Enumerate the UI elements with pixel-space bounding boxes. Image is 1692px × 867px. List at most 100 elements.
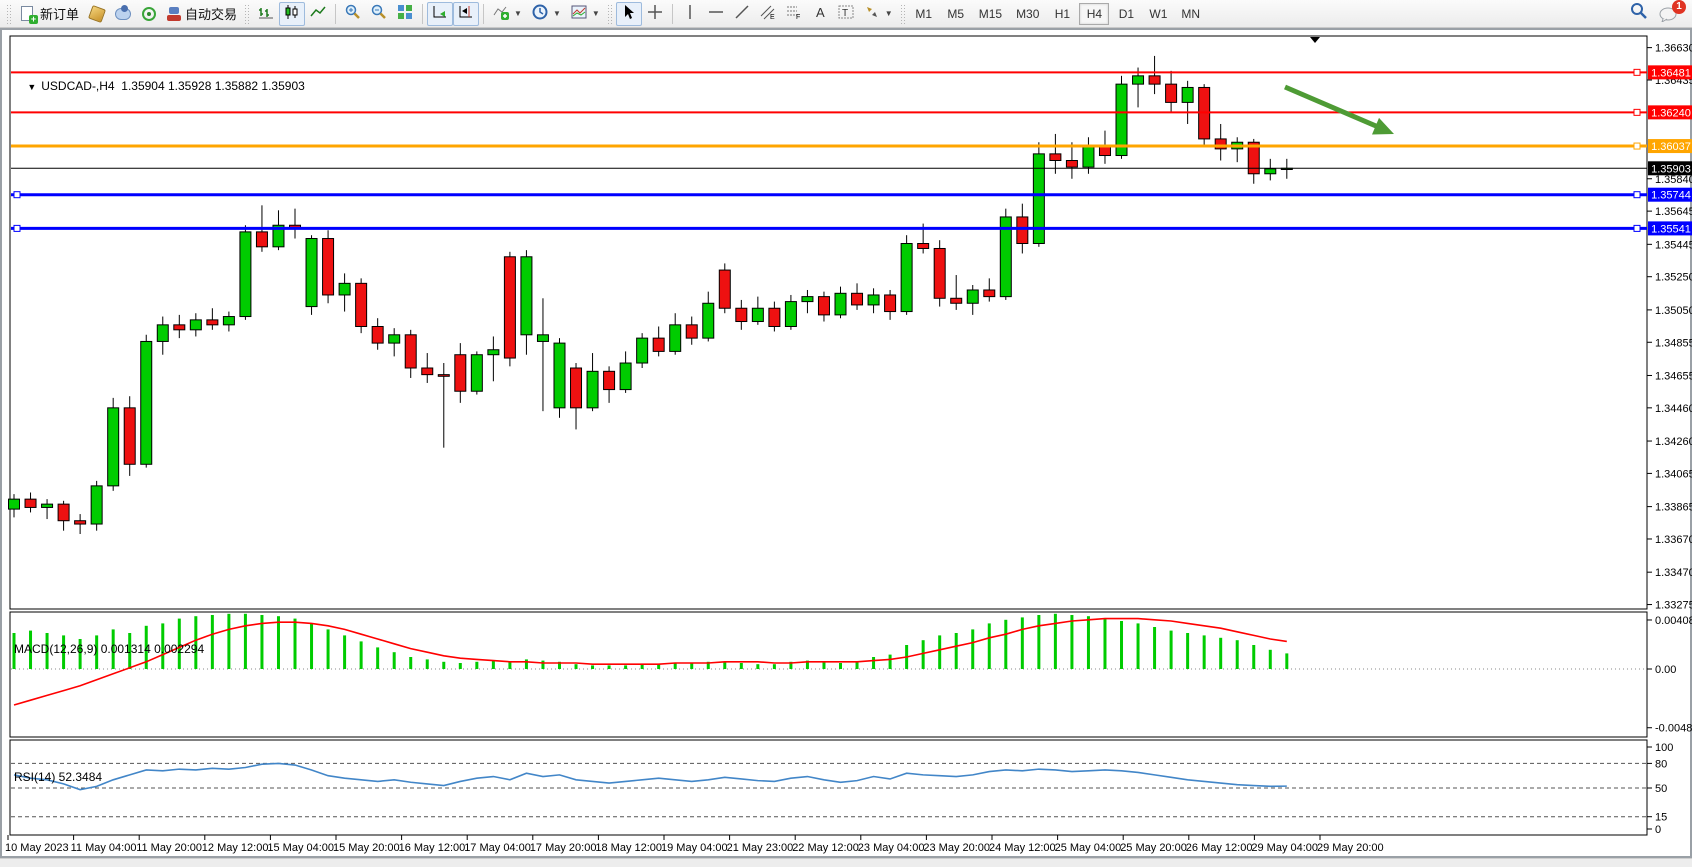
- candle-body[interactable]: [852, 293, 863, 305]
- candle-body[interactable]: [42, 504, 53, 507]
- candle-body[interactable]: [1133, 76, 1144, 84]
- candle-body[interactable]: [868, 295, 879, 305]
- vertical-line-button[interactable]: [677, 2, 703, 26]
- candle-body[interactable]: [306, 239, 317, 307]
- candle-body[interactable]: [339, 283, 350, 295]
- candle-body[interactable]: [240, 232, 251, 317]
- candle-body[interactable]: [703, 303, 714, 338]
- candle-body[interactable]: [422, 368, 433, 375]
- candle-body[interactable]: [108, 408, 119, 486]
- candle-body[interactable]: [1149, 76, 1160, 84]
- signals-button[interactable]: [136, 2, 162, 26]
- candle-body[interactable]: [802, 297, 813, 302]
- candle-body[interactable]: [405, 335, 416, 368]
- notifications-icon[interactable]: 1: [1658, 6, 1678, 22]
- candle-body[interactable]: [818, 297, 829, 315]
- timeframe-button-m30[interactable]: M30: [1010, 3, 1045, 25]
- candle-body[interactable]: [686, 325, 697, 338]
- candle-body[interactable]: [537, 335, 548, 342]
- shift-marker-icon[interactable]: [1310, 37, 1320, 43]
- templates-button[interactable]: ▼: [566, 2, 605, 26]
- timeframe-button-m15[interactable]: M15: [973, 3, 1008, 25]
- candle-body[interactable]: [653, 338, 664, 351]
- candle-body[interactable]: [620, 363, 631, 390]
- candle-body[interactable]: [1166, 84, 1177, 102]
- chart-shift-button[interactable]: [453, 2, 479, 26]
- candle-body[interactable]: [1066, 161, 1077, 168]
- timeframe-button-mn[interactable]: MN: [1175, 3, 1206, 25]
- horizontal-line-button[interactable]: [703, 2, 729, 26]
- candle-body[interactable]: [670, 325, 681, 352]
- indicators-button[interactable]: ▼: [488, 2, 527, 26]
- zoom-in-button[interactable]: [340, 2, 366, 26]
- candle-body[interactable]: [637, 338, 648, 363]
- candles-group[interactable]: [9, 56, 1293, 534]
- line-handle[interactable]: [1634, 192, 1640, 198]
- candle-body[interactable]: [521, 257, 532, 335]
- toolbar-grip[interactable]: [6, 4, 13, 24]
- candle-body[interactable]: [1033, 154, 1044, 244]
- crosshair-button[interactable]: [642, 2, 668, 26]
- candle-body[interactable]: [323, 239, 334, 295]
- candle-body[interactable]: [471, 355, 482, 392]
- candle-body[interactable]: [918, 244, 929, 249]
- timeframe-button-d1[interactable]: D1: [1111, 3, 1141, 25]
- candle-body[interactable]: [58, 504, 69, 521]
- timeframe-button-w1[interactable]: W1: [1143, 3, 1173, 25]
- auto-scroll-button[interactable]: [427, 2, 453, 26]
- candle-body[interactable]: [91, 486, 102, 524]
- candle-body[interactable]: [901, 244, 912, 312]
- toolbar-grip[interactable]: [900, 4, 907, 24]
- line-handle[interactable]: [1634, 109, 1640, 115]
- candle-body[interactable]: [438, 375, 449, 377]
- arrows-button[interactable]: ▼: [859, 2, 898, 26]
- candle-body[interactable]: [571, 368, 582, 408]
- line-handle[interactable]: [1634, 69, 1640, 75]
- trendline-button[interactable]: [729, 2, 755, 26]
- one-click-trading-toggle-icon[interactable]: ▼: [27, 82, 36, 92]
- candle-body[interactable]: [389, 335, 400, 343]
- candle-body[interactable]: [967, 290, 978, 303]
- candle-body[interactable]: [190, 320, 201, 330]
- trend-arrow-annotation[interactable]: [1285, 87, 1394, 135]
- candle-body[interactable]: [719, 270, 730, 308]
- history-center-button[interactable]: [84, 2, 110, 26]
- candle-body[interactable]: [356, 283, 367, 326]
- candle-body[interactable]: [174, 325, 185, 330]
- new-order-button[interactable]: + 新订单: [15, 2, 84, 26]
- timeframe-button-h4[interactable]: H4: [1079, 3, 1109, 25]
- price-axis[interactable]: 1.366301.364351.358401.356451.354451.352…: [1647, 43, 1692, 836]
- candle-body[interactable]: [455, 355, 466, 392]
- timeframe-button-m5[interactable]: M5: [941, 3, 971, 25]
- candle-body[interactable]: [554, 343, 565, 408]
- candle-body[interactable]: [885, 295, 896, 312]
- equidistant-channel-button[interactable]: E: [755, 2, 781, 26]
- line-handle[interactable]: [14, 225, 20, 231]
- search-icon[interactable]: [1630, 2, 1648, 25]
- candle-body[interactable]: [372, 327, 383, 344]
- candle-body[interactable]: [1265, 169, 1276, 174]
- candle-body[interactable]: [9, 499, 20, 509]
- tile-windows-button[interactable]: [392, 2, 418, 26]
- candle-body[interactable]: [752, 308, 763, 321]
- text-label-button[interactable]: T: [833, 2, 859, 26]
- line-handle[interactable]: [1634, 143, 1640, 149]
- candle-body[interactable]: [934, 248, 945, 298]
- candle-body[interactable]: [835, 293, 846, 315]
- candle-body[interactable]: [223, 317, 234, 325]
- text-button[interactable]: A: [807, 2, 833, 26]
- candle-body[interactable]: [604, 371, 615, 389]
- candlestick-chart-button[interactable]: [279, 2, 305, 26]
- line-chart-button[interactable]: [305, 2, 331, 26]
- candle-body[interactable]: [124, 408, 135, 464]
- toolbar-grip[interactable]: [607, 4, 614, 24]
- autotrading-button[interactable]: 自动交易: [162, 2, 242, 26]
- toolbar-grip[interactable]: [244, 4, 251, 24]
- chart-canvas[interactable]: 1.366301.364351.358401.356451.354451.352…: [2, 30, 1692, 860]
- bar-chart-button[interactable]: [253, 2, 279, 26]
- candle-body[interactable]: [1083, 146, 1094, 168]
- candle-body[interactable]: [504, 257, 515, 358]
- candle-body[interactable]: [1017, 217, 1028, 244]
- candle-body[interactable]: [141, 341, 152, 464]
- timeframe-button-m1[interactable]: M1: [909, 3, 939, 25]
